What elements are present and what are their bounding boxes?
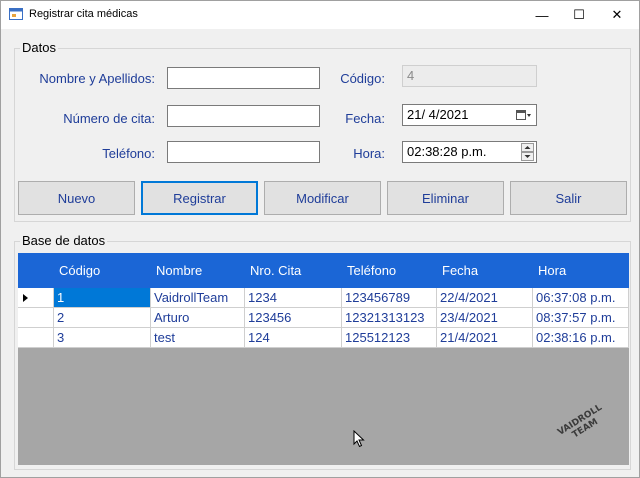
cell-fecha[interactable]: 21/4/2021 — [437, 328, 533, 348]
column-header-codigo[interactable]: Código — [54, 253, 151, 288]
hora-value: 02:38:28 p.m. — [407, 144, 487, 159]
telefono-input[interactable] — [167, 141, 320, 163]
codigo-label: Código: — [340, 71, 385, 86]
column-header-nro-cita[interactable]: Nro. Cita — [245, 253, 342, 288]
cell-codigo[interactable]: 2 — [54, 308, 151, 328]
data-grid[interactable]: Código Nombre Nro. Cita Teléfono Fecha H… — [18, 253, 629, 465]
table-row[interactable]: 1 VaidrollTeam 1234 123456789 22/4/2021 … — [18, 288, 629, 308]
cell-nombre[interactable]: VaidrollTeam — [151, 288, 245, 308]
datos-legend: Datos — [20, 40, 58, 55]
numero-cita-label: Número de cita: — [63, 111, 155, 126]
main-window: Registrar cita médicas — ☐ ✕ Datos Nombr… — [0, 0, 640, 478]
base-datos-legend: Base de datos — [20, 233, 108, 248]
cell-fecha[interactable]: 22/4/2021 — [437, 288, 533, 308]
table-row[interactable]: 2 Arturo 123456 12321313123 23/4/2021 08… — [18, 308, 629, 328]
salir-button[interactable]: Salir — [510, 181, 627, 215]
hora-timepicker[interactable]: 02:38:28 p.m. — [402, 141, 537, 163]
registrar-button[interactable]: Registrar — [141, 181, 258, 215]
cell-nro-cita[interactable]: 123456 — [245, 308, 342, 328]
cell-telefono[interactable]: 12321313123 — [342, 308, 437, 328]
cell-telefono[interactable]: 125512123 — [342, 328, 437, 348]
eliminar-button[interactable]: Eliminar — [387, 181, 504, 215]
column-header-nombre[interactable]: Nombre — [151, 253, 245, 288]
window-title: Registrar cita médicas — [29, 8, 138, 20]
cell-fecha[interactable]: 23/4/2021 — [437, 308, 533, 328]
table-row[interactable]: 3 test 124 125512123 21/4/2021 02:38:16 … — [18, 328, 629, 348]
cell-nombre[interactable]: Arturo — [151, 308, 245, 328]
cell-codigo[interactable]: 3 — [54, 328, 151, 348]
fecha-label: Fecha: — [345, 111, 385, 126]
modificar-button[interactable]: Modificar — [264, 181, 381, 215]
fecha-value: 21/ 4/2021 — [407, 107, 469, 122]
app-form-icon — [9, 8, 23, 20]
codigo-input: 4 — [402, 65, 537, 87]
cell-hora[interactable]: 08:37:57 p.m. — [533, 308, 629, 328]
nuevo-button[interactable]: Nuevo — [18, 181, 135, 215]
cell-telefono[interactable]: 123456789 — [342, 288, 437, 308]
hora-label: Hora: — [353, 146, 385, 161]
mouse-cursor-icon — [353, 430, 365, 448]
cell-nro-cita[interactable]: 124 — [245, 328, 342, 348]
minimize-icon: — — [535, 7, 549, 23]
fecha-datepicker[interactable]: 21/ 4/2021 — [402, 104, 537, 126]
column-header-hora[interactable]: Hora — [533, 253, 629, 288]
title-bar[interactable]: Registrar cita médicas — ☐ ✕ — [1, 1, 639, 29]
maximize-icon: ☐ — [573, 7, 585, 22]
cell-hora[interactable]: 02:38:16 p.m. — [533, 328, 629, 348]
grid-header: Código Nombre Nro. Cita Teléfono Fecha H… — [18, 253, 629, 288]
close-icon: ✕ — [611, 7, 623, 22]
row-header[interactable] — [18, 328, 54, 348]
numero-cita-input[interactable] — [167, 105, 320, 127]
row-pointer-icon — [23, 294, 28, 302]
row-header[interactable] — [18, 288, 54, 308]
spin-updown-icon[interactable] — [521, 143, 534, 161]
column-header-fecha[interactable]: Fecha — [437, 253, 533, 288]
cell-hora[interactable]: 06:37:08 p.m. — [533, 288, 629, 308]
cell-codigo[interactable]: 1 — [54, 288, 151, 308]
row-header[interactable] — [18, 308, 54, 328]
nombre-label: Nombre y Apellidos: — [39, 71, 155, 86]
nombre-input[interactable] — [167, 67, 320, 89]
calendar-dropdown-icon[interactable] — [516, 109, 532, 121]
cell-nro-cita[interactable]: 1234 — [245, 288, 342, 308]
column-header-telefono[interactable]: Teléfono — [342, 253, 437, 288]
telefono-label: Teléfono: — [102, 146, 155, 161]
close-button[interactable]: ✕ — [595, 1, 639, 29]
cell-nombre[interactable]: test — [151, 328, 245, 348]
